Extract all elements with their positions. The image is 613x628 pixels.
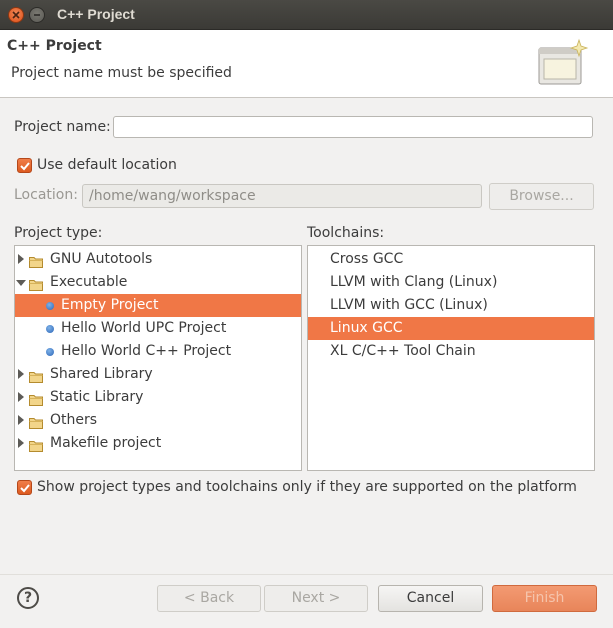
collapsed-arrow-icon[interactable] [18, 392, 24, 402]
project-type-item[interactable]: Static Library [15, 386, 301, 409]
show-supported-checkbox[interactable] [17, 480, 32, 495]
toolchain-item-label: LLVM with GCC (Linux) [330, 297, 488, 313]
project-type-item[interactable]: Empty Project [15, 294, 301, 317]
toolchain-item[interactable]: XL C/C++ Tool Chain [308, 340, 594, 363]
project-type-item-label: Executable [50, 274, 128, 290]
project-type-item[interactable]: GNU Autotools [15, 248, 301, 271]
folder-icon [29, 437, 43, 460]
project-type-item-label: GNU Autotools [50, 251, 153, 267]
project-template-icon [46, 325, 54, 333]
toolchain-item-label: XL C/C++ Tool Chain [330, 343, 476, 359]
collapsed-arrow-icon[interactable] [18, 438, 24, 448]
project-type-item[interactable]: Shared Library [15, 363, 301, 386]
close-icon [12, 11, 20, 19]
browse-button[interactable]: Browse... [489, 183, 594, 210]
project-name-input[interactable] [113, 116, 593, 138]
project-type-item-label: Makefile project [50, 435, 162, 451]
project-type-item-label: Hello World C++ Project [61, 343, 232, 359]
toolchain-item[interactable]: Cross GCC [308, 248, 594, 271]
toolchain-item[interactable]: LLVM with Clang (Linux) [308, 271, 594, 294]
use-default-location-label: Use default location [37, 157, 177, 173]
project-type-item-label: Others [50, 412, 98, 428]
project-type-item[interactable]: Others [15, 409, 301, 432]
title-bar: C++ Project [0, 0, 613, 30]
project-type-item[interactable]: Hello World C++ Project [15, 340, 301, 363]
toolchain-item[interactable]: LLVM with GCC (Linux) [308, 294, 594, 317]
back-button[interactable]: < Back [157, 585, 261, 612]
toolchains-label: Toolchains: [307, 225, 385, 241]
cancel-button[interactable]: Cancel [378, 585, 483, 612]
project-template-icon [46, 302, 54, 310]
expanded-arrow-icon[interactable] [16, 280, 26, 286]
toolchain-item-label: Cross GCC [330, 251, 404, 267]
project-type-item-label: Static Library [50, 389, 144, 405]
collapsed-arrow-icon[interactable] [18, 254, 24, 264]
project-type-item-label: Empty Project [61, 297, 159, 313]
button-bar-separator [0, 574, 613, 575]
wizard-title: C++ Project [7, 38, 102, 54]
minimize-window-button[interactable] [29, 7, 45, 23]
checkmark-icon [20, 484, 30, 493]
wizard-message: Project name must be specified [11, 65, 232, 81]
toolchain-item-label: LLVM with Clang (Linux) [330, 274, 498, 290]
project-type-item-label: Shared Library [50, 366, 153, 382]
help-button[interactable]: ? [17, 587, 39, 609]
toolchains-list[interactable]: Cross GCC LLVM with Clang (Linux) LLVM wit… [307, 245, 595, 471]
project-type-item[interactable]: Hello World UPC Project [15, 317, 301, 340]
wizard-header: C++ Project Project name must be specifi… [0, 30, 613, 98]
close-window-button[interactable] [8, 7, 24, 23]
toolchain-item[interactable]: Linux GCC [308, 317, 594, 340]
project-type-item[interactable]: Executable [15, 271, 301, 294]
project-type-label: Project type: [14, 225, 103, 241]
location-label: Location: [14, 187, 78, 203]
show-supported-label: Show project types and toolchains only i… [37, 479, 577, 495]
use-default-location-checkbox[interactable] [17, 158, 32, 173]
minimize-icon [34, 14, 40, 16]
project-type-item-label: Hello World UPC Project [61, 320, 227, 336]
location-input[interactable] [82, 184, 482, 208]
project-template-icon [46, 348, 54, 356]
collapsed-arrow-icon[interactable] [18, 369, 24, 379]
wizard-banner-icon [538, 38, 589, 85]
window-title: C++ Project [57, 6, 135, 22]
project-name-label: Project name: [14, 119, 111, 135]
finish-button[interactable]: Finish [492, 585, 597, 612]
next-button[interactable]: Next > [264, 585, 368, 612]
toolchain-item-label: Linux GCC [330, 320, 403, 336]
project-type-tree[interactable]: GNU Autotools Executable Empty Project Hell… [14, 245, 302, 471]
project-type-item[interactable]: Makefile project [15, 432, 301, 455]
checkmark-icon [20, 162, 30, 171]
collapsed-arrow-icon[interactable] [18, 415, 24, 425]
